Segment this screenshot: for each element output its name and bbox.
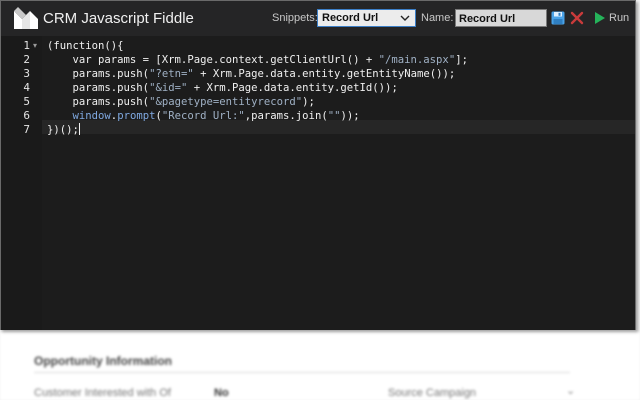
chevron-down-icon [400, 15, 410, 21]
line-number-gutter: 1 ▾ 2 3 4 5 6 7 [1, 36, 42, 330]
chevron-down-icon[interactable]: ⌄ [566, 384, 575, 397]
field-label: Customer Interested with Of [34, 387, 171, 399]
line-number: 1 [23, 39, 30, 52]
snippets-select[interactable]: Record Url [317, 9, 416, 27]
line-number: 2 [23, 53, 30, 66]
code-line: params.push("&id=" + Xrm.Page.data.entit… [47, 82, 398, 94]
code-content[interactable]: (function(){ var params = [Xrm.Page.cont… [47, 39, 468, 137]
line-number: 3 [23, 67, 30, 80]
fiddle-window: CRM Javascript Fiddle Snippets: Record U… [0, 0, 636, 330]
code-line-text: })(); [47, 124, 79, 136]
field-label-source-campaign: Source Campaign [388, 387, 477, 399]
name-input[interactable] [455, 9, 547, 27]
close-x-icon[interactable] [570, 11, 584, 25]
code-line: window.prompt("Record Url:",params.join(… [72, 110, 360, 122]
text-caret [78, 123, 80, 135]
line-number: 4 [23, 81, 30, 94]
section-divider [34, 372, 570, 373]
snippets-label: Snippets: [272, 12, 318, 24]
code-editor[interactable]: (function(){ var params = [Xrm.Page.cont… [42, 36, 635, 330]
code-line: params.push("&pagetype=entityrecord"); [47, 96, 315, 108]
background-crm-form: Opportunity Information Customer Interes… [0, 332, 640, 400]
run-label: Run [609, 12, 630, 24]
crm-logo-icon [14, 7, 38, 29]
field-value[interactable]: No [214, 387, 229, 399]
code-line: (function(){ [47, 40, 124, 52]
name-label: Name: [421, 12, 454, 24]
floppy-disk-icon[interactable] [551, 11, 565, 25]
app-title: CRM Javascript Fiddle [43, 10, 194, 27]
code-line-last: })(); [47, 123, 468, 137]
page: Opportunity Information Customer Interes… [0, 0, 640, 400]
fiddle-header: CRM Javascript Fiddle Snippets: Record U… [1, 1, 635, 36]
line-number: 6 [23, 109, 30, 122]
line-number: 5 [23, 95, 30, 108]
fold-arrow-icon[interactable]: ▾ [33, 41, 37, 50]
play-triangle-icon [595, 12, 605, 24]
code-line: params.push("?etn=" + Xrm.Page.data.enti… [47, 68, 456, 80]
line-number: 7 [23, 123, 30, 136]
snippets-selected-value: Record Url [322, 12, 379, 24]
section-title: Opportunity Information [34, 354, 172, 368]
code-line: var params = [Xrm.Page.context.getClient… [47, 54, 468, 66]
